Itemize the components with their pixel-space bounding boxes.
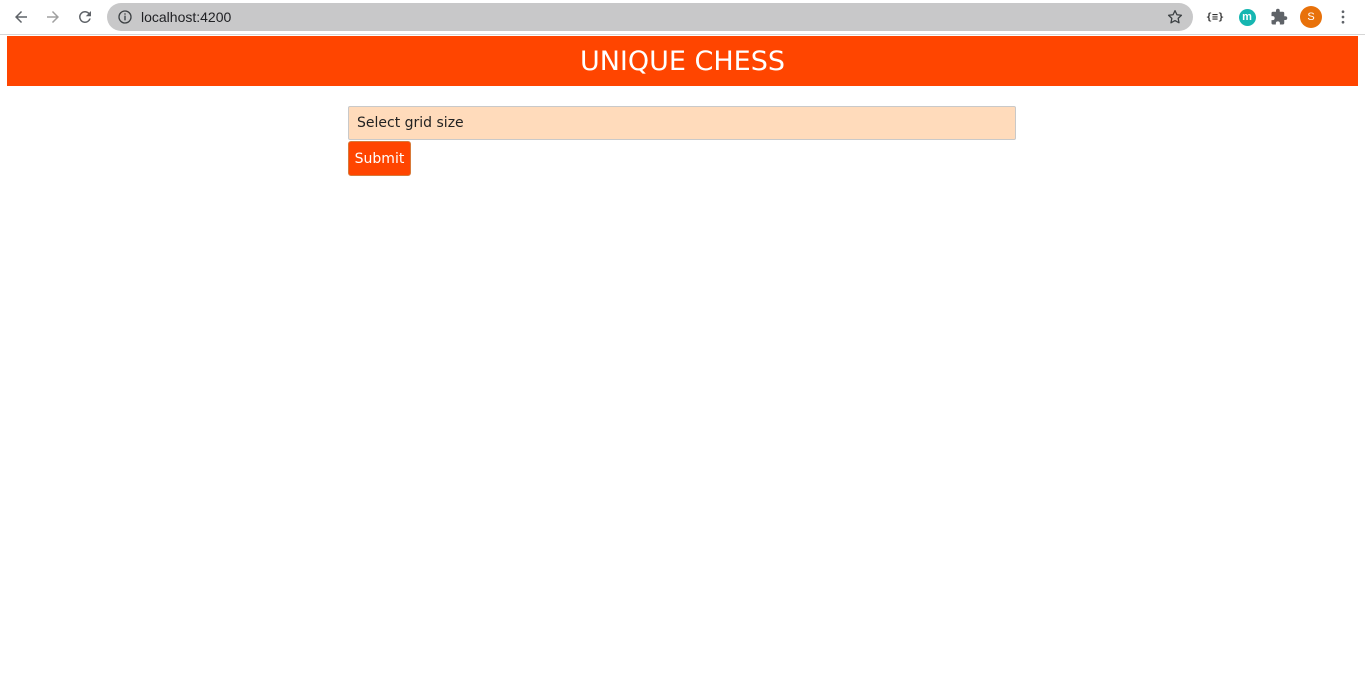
- submit-button[interactable]: Submit: [348, 141, 411, 176]
- m-extension[interactable]: m: [1236, 6, 1258, 28]
- extensions-button[interactable]: [1268, 6, 1290, 28]
- submit-button-label: Submit: [354, 150, 405, 167]
- puzzle-icon: [1271, 8, 1288, 25]
- kebab-menu-icon: [1341, 10, 1345, 24]
- forward-arrow-icon: [47, 11, 59, 23]
- reload-icon: [79, 10, 91, 23]
- browser-menu-button[interactable]: [1332, 6, 1354, 28]
- app-header: UNIQUE CHESS: [7, 36, 1358, 86]
- json-viewer-extension[interactable]: {≡}: [1204, 6, 1226, 28]
- grid-size-select-label: Select grid size: [357, 115, 464, 131]
- avatar: S: [1300, 6, 1322, 28]
- browser-toolbar: localhost:4200 {≡} m S: [0, 0, 1365, 35]
- back-arrow-icon: [15, 11, 27, 23]
- address-bar[interactable]: localhost:4200: [107, 3, 1193, 31]
- url-text[interactable]: localhost:4200: [141, 9, 231, 25]
- forward-button[interactable]: [40, 5, 66, 29]
- back-button[interactable]: [8, 5, 34, 29]
- info-icon[interactable]: [117, 9, 133, 25]
- reload-button[interactable]: [72, 5, 98, 29]
- grid-size-select[interactable]: Select grid size: [348, 106, 1016, 140]
- page-title: UNIQUE CHESS: [579, 45, 786, 77]
- json-extension-icon: {≡}: [1205, 11, 1225, 23]
- m-extension-icon: m: [1238, 8, 1256, 26]
- bookmark-star-icon[interactable]: [1166, 8, 1184, 26]
- profile-button[interactable]: S: [1300, 6, 1322, 28]
